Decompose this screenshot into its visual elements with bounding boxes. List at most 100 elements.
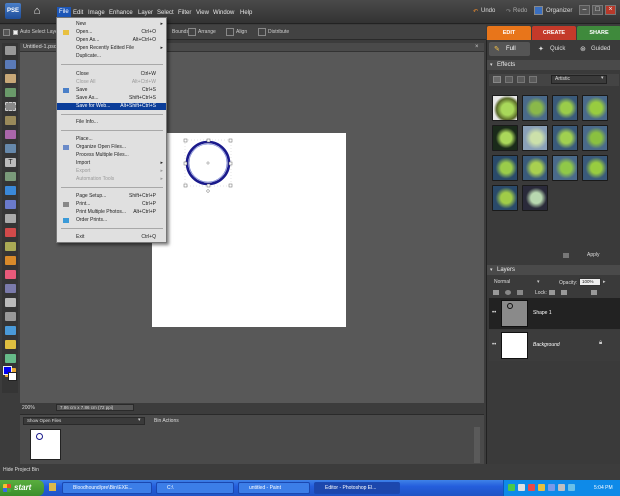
transform-handle[interactable] <box>228 161 233 166</box>
effect-thumbnail[interactable] <box>552 125 578 151</box>
menu-item-order-prints[interactable]: Order Prints... <box>57 217 166 224</box>
menu-item-organize-open-files[interactable]: Organize Open Files... <box>57 144 166 151</box>
transform-handle[interactable] <box>206 138 211 143</box>
project-bin-source-select[interactable]: Show Open Files <box>23 417 145 425</box>
clone-stamp-tool-icon[interactable] <box>5 242 16 251</box>
transform-handle[interactable] <box>183 161 188 166</box>
magic-wand-tool-icon[interactable] <box>5 130 16 139</box>
eyedropper-tool-icon[interactable] <box>5 88 16 97</box>
tray-icon[interactable] <box>518 484 525 491</box>
opacity-field[interactable]: 100% <box>579 278 601 286</box>
document-close-icon[interactable]: × <box>475 44 479 50</box>
undo-button[interactable]: Undo <box>481 8 495 14</box>
tray-icon[interactable] <box>538 484 545 491</box>
menu-item-place[interactable]: Place... <box>57 136 166 143</box>
tab-edit[interactable]: EDIT <box>487 26 531 40</box>
menu-window[interactable]: Window <box>211 8 236 18</box>
auto-select-checkbox[interactable] <box>13 30 18 35</box>
arrange-button[interactable]: Arrange <box>198 29 216 35</box>
menu-item-open-recent[interactable]: Open Recently Edited File ▸ <box>57 45 166 52</box>
taskbar-item[interactable]: Bloodhound/pre\Bin\EXE... <box>62 482 152 494</box>
visibility-eye-icon[interactable]: •• <box>492 342 496 348</box>
effect-thumbnail[interactable] <box>582 125 608 151</box>
lasso-tool-icon[interactable] <box>5 116 16 125</box>
organizer-icon[interactable] <box>534 6 543 15</box>
zoom-tool-icon[interactable] <box>5 60 16 69</box>
tray-icon[interactable] <box>528 484 535 491</box>
effect-thumbnail[interactable] <box>522 95 548 121</box>
quicklaunch-icon[interactable] <box>49 483 56 491</box>
menu-item-new[interactable]: New ▸ <box>57 21 166 28</box>
effect-thumbnail[interactable] <box>582 155 608 181</box>
crop-tool-icon[interactable] <box>5 172 16 181</box>
menu-item-open-as[interactable]: Open As... Alt+Ctrl+O <box>57 37 166 44</box>
effect-thumbnail[interactable] <box>522 155 548 181</box>
maximize-button[interactable]: □ <box>592 5 603 15</box>
lock-all-icon[interactable] <box>561 290 567 295</box>
menu-filter[interactable]: Filter <box>176 8 193 18</box>
tab-quick-fix[interactable]: ✦ Quick <box>533 42 574 56</box>
gradient-tool-icon[interactable] <box>5 326 16 335</box>
menu-item-file-info[interactable]: File Info... <box>57 119 166 126</box>
visibility-eye-icon[interactable]: •• <box>492 310 496 316</box>
transform-handle[interactable] <box>183 183 188 188</box>
hand-tool-icon[interactable] <box>5 74 16 83</box>
document-tab[interactable]: Untitled-1.psd <box>23 44 57 50</box>
align-button[interactable]: Align <box>236 29 247 35</box>
menu-item-process-multiple[interactable]: Process Multiple Files... <box>57 152 166 159</box>
trash-icon[interactable] <box>591 290 597 295</box>
taskbar-item[interactable]: C:\ <box>156 482 234 494</box>
blur-tool-icon[interactable] <box>5 354 16 363</box>
redo-icon[interactable]: ↷ <box>506 8 511 15</box>
effects-panel-icon[interactable] <box>563 253 569 258</box>
menu-item-save-as[interactable]: Save As... Shift+Ctrl+S <box>57 95 166 102</box>
red-eye-tool-icon[interactable] <box>5 214 16 223</box>
new-layer-icon[interactable] <box>493 290 499 295</box>
effect-thumbnail[interactable] <box>582 95 608 121</box>
transform-handle[interactable] <box>206 183 211 188</box>
layer-styles-icon[interactable] <box>505 76 513 83</box>
taskbar-item[interactable]: untitled - Paint <box>238 482 310 494</box>
open-file-thumbnail[interactable] <box>30 429 61 460</box>
close-button[interactable]: × <box>605 5 616 15</box>
menu-item-save-for-web[interactable]: Save for Web... Alt+Shift+Ctrl+S <box>57 103 166 110</box>
undo-icon[interactable]: ↶ <box>473 8 478 15</box>
custom-shape-tool-icon[interactable] <box>5 340 16 349</box>
menu-item-duplicate[interactable]: Duplicate... <box>57 53 166 60</box>
quick-selection-tool-icon[interactable] <box>5 144 16 153</box>
lock-transparent-icon[interactable] <box>549 290 555 295</box>
paint-bucket-tool-icon[interactable] <box>5 312 16 321</box>
transform-handle[interactable] <box>183 138 188 143</box>
bin-scrollbar[interactable] <box>474 427 480 463</box>
hide-project-bin-toggle[interactable]: Hide Project Bin <box>3 467 39 473</box>
organizer-button[interactable]: Organizer <box>546 8 572 14</box>
tray-icon[interactable] <box>568 484 575 491</box>
redo-button[interactable]: Redo <box>513 8 527 14</box>
home-icon[interactable]: ⌂ <box>30 4 44 18</box>
transform-handle[interactable] <box>228 138 233 143</box>
link-layers-icon[interactable] <box>517 290 523 295</box>
menu-item-print-multiple[interactable]: Print Multiple Photos... Alt+Ctrl+P <box>57 209 166 216</box>
effects-category-select[interactable]: Artistic <box>551 75 607 84</box>
effects-header[interactable]: ▾ Effects <box>487 60 620 70</box>
tab-create[interactable]: CREATE <box>532 26 576 40</box>
tray-icon[interactable] <box>558 484 565 491</box>
apply-button[interactable]: Apply <box>587 252 600 258</box>
layer-row-background[interactable]: •• Background 🔒︎ <box>489 330 620 361</box>
menu-item-page-setup[interactable]: Page Setup... Shift+Ctrl+P <box>57 193 166 200</box>
effect-thumbnail[interactable] <box>492 155 518 181</box>
filters-icon[interactable] <box>493 76 501 83</box>
effect-thumbnail[interactable] <box>492 95 518 121</box>
effect-thumbnail[interactable] <box>552 155 578 181</box>
menu-item-open[interactable]: Open... Ctrl+O <box>57 29 166 36</box>
layers-header[interactable]: ▾ Layers <box>487 265 620 275</box>
clock[interactable]: 5:04 PM <box>594 485 613 491</box>
cookie-cutter-tool-icon[interactable] <box>5 186 16 195</box>
layer-row-shape-1[interactable]: •• Shape 1 <box>489 298 620 329</box>
menu-view[interactable]: View <box>194 8 211 18</box>
straighten-tool-icon[interactable] <box>5 200 16 209</box>
smart-brush-tool-icon[interactable] <box>5 298 16 307</box>
menu-item-print[interactable]: Print... Ctrl+P <box>57 201 166 208</box>
menu-item-exit[interactable]: Exit Ctrl+Q <box>57 234 166 241</box>
transform-handle[interactable] <box>228 183 233 188</box>
